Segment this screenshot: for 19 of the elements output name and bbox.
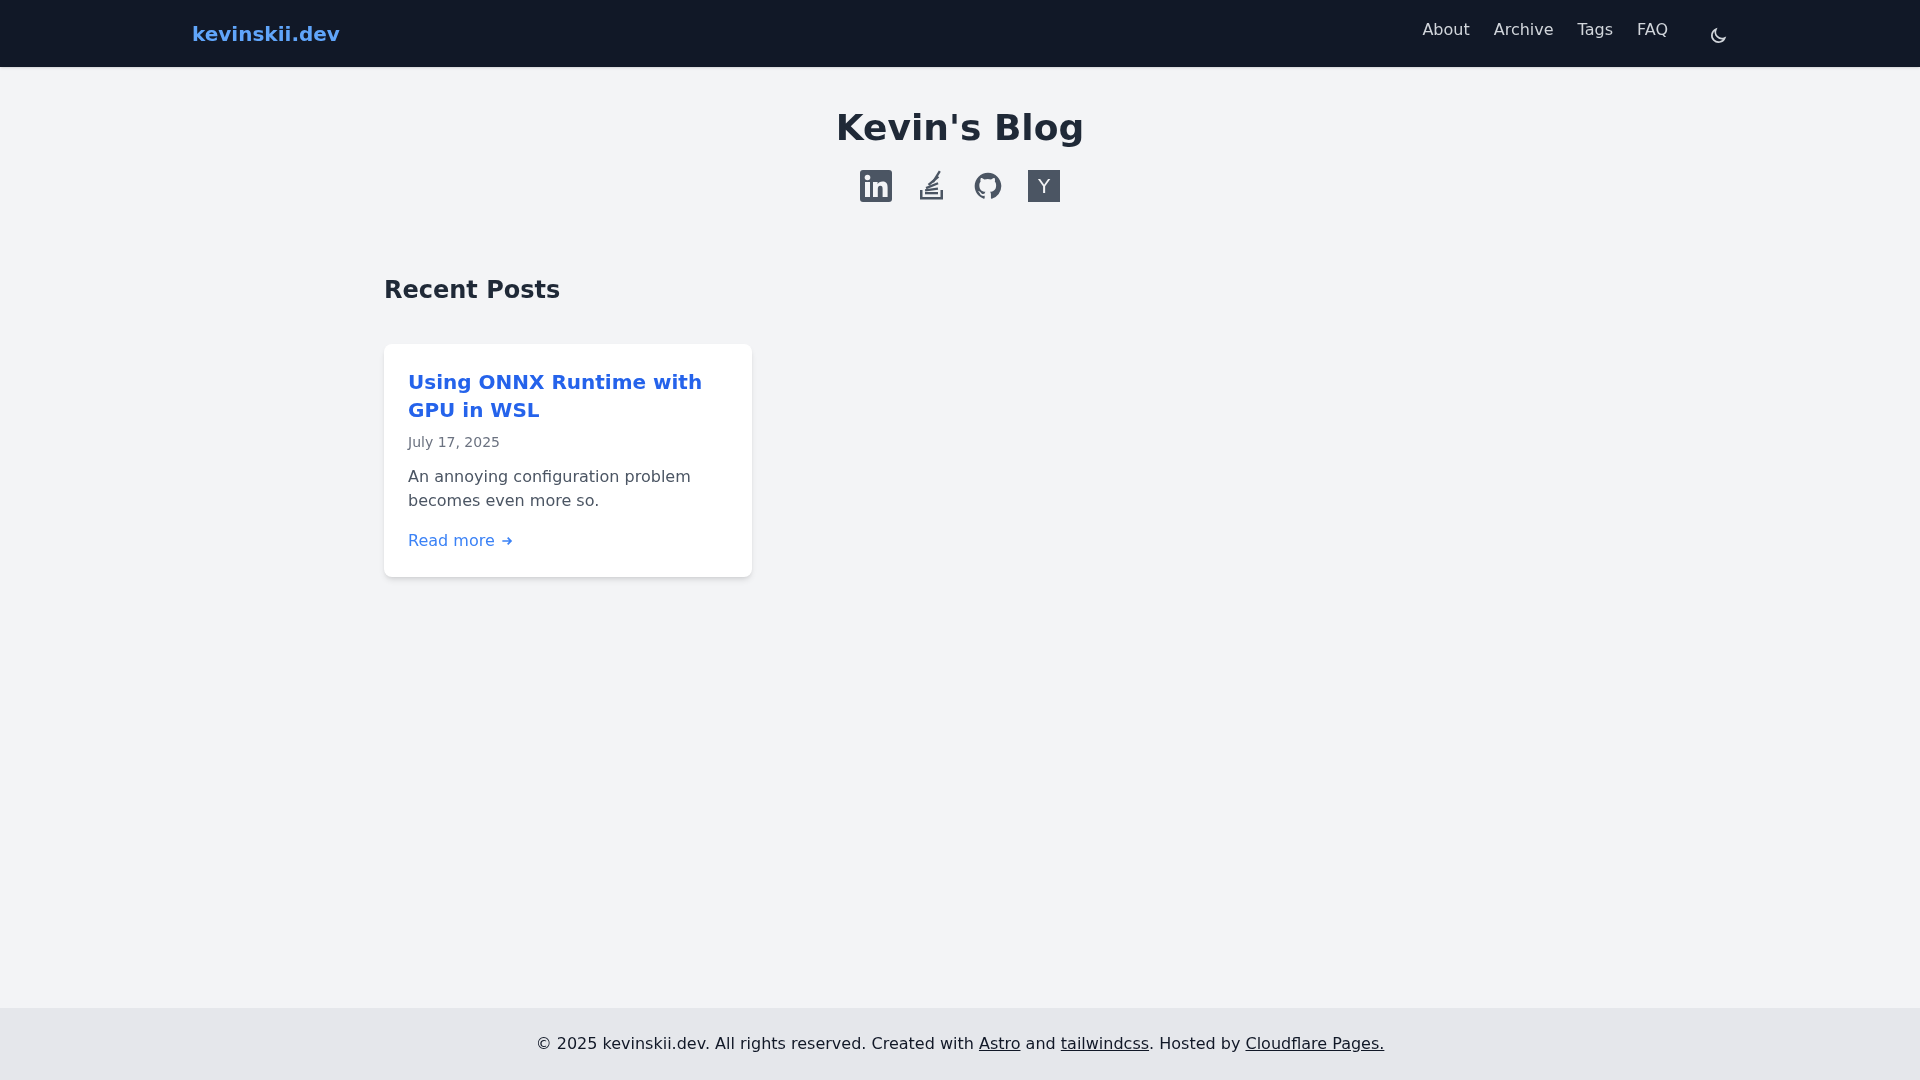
dark-mode-toggle-icon[interactable]	[1708, 25, 1728, 46]
footer-link[interactable]: Astro	[978, 1034, 1021, 1053]
post-summary: An annoying configuration problem becomes even more so.	[408, 466, 692, 512]
nav-link[interactable]: Archive	[1493, 17, 1554, 42]
footer-link[interactable]: Cloudflare Pages.	[1245, 1034, 1385, 1053]
footer-text: © 2025 kevinskii.dev. All rights reserved. Created with Astro and tailwindcss. Hosted by Cloudflare Pages.	[535, 1033, 1385, 1055]
post-title[interactable]: Using ONNX Runtime with GPU in WSL	[408, 368, 728, 424]
nav-link[interactable]: FAQ	[1637, 17, 1668, 42]
read-more-link[interactable]: Read more	[408, 529, 515, 553]
nav-link[interactable]: About	[1422, 17, 1470, 42]
nav-link[interactable]: Tags	[1577, 17, 1613, 42]
hacker-news-link[interactable]: Y	[1028, 170, 1060, 202]
linkedin-icon[interactable]	[860, 170, 892, 202]
section-heading: Recent Posts	[384, 275, 562, 306]
blog-title: Kevin's Blog	[835, 106, 1085, 150]
github-icon[interactable]	[972, 170, 1004, 202]
post-date: July 17, 2025	[408, 433, 501, 452]
site-logo[interactable]: kevinskii.dev	[192, 18, 340, 49]
footer-link[interactable]: tailwindcss	[1060, 1034, 1150, 1053]
